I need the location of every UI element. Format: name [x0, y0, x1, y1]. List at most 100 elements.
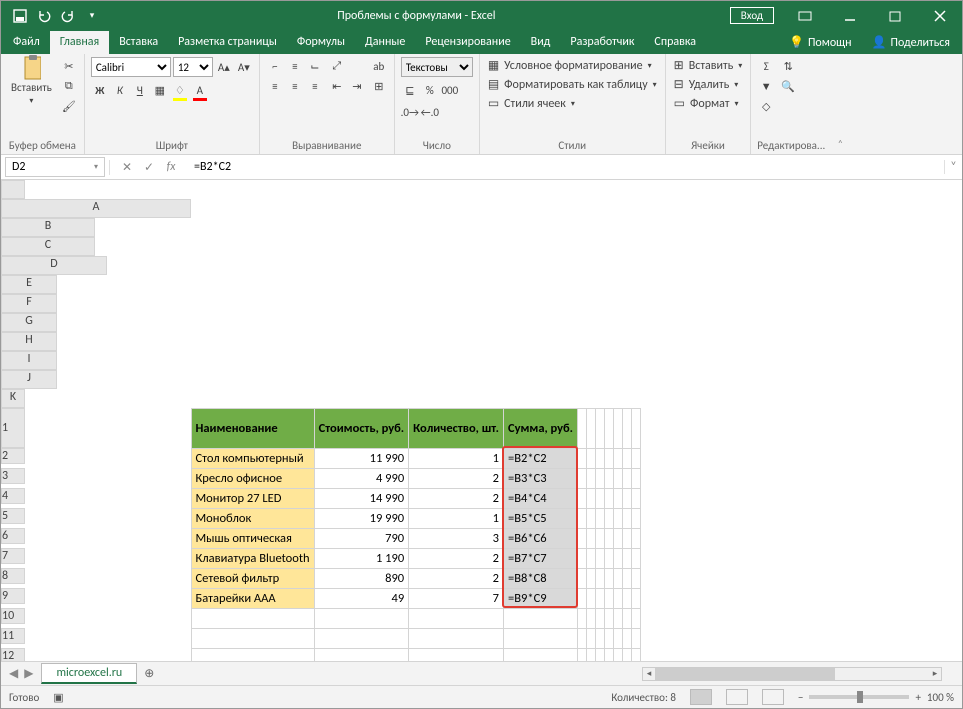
cell[interactable]	[614, 488, 623, 508]
cell[interactable]	[596, 468, 605, 488]
col-header-E[interactable]: E	[1, 275, 57, 294]
format-cells-button[interactable]: ▭Формат▾	[672, 95, 741, 112]
cell[interactable]	[596, 588, 605, 608]
cell[interactable]	[614, 568, 623, 588]
cell[interactable]	[623, 568, 632, 588]
cell[interactable]	[623, 488, 632, 508]
cell[interactable]	[614, 448, 623, 468]
cell[interactable]	[632, 628, 641, 648]
cell[interactable]	[409, 628, 504, 648]
cell[interactable]	[623, 408, 632, 448]
cell[interactable]	[578, 508, 587, 528]
cell[interactable]	[605, 408, 614, 448]
collapse-ribbon-icon[interactable]: ˄	[831, 54, 849, 154]
fill-color-icon[interactable]: ♢	[171, 81, 189, 99]
row-header-11[interactable]: 11	[1, 628, 25, 644]
cell[interactable]	[605, 468, 614, 488]
find-select-icon[interactable]: 🔍	[779, 77, 797, 95]
conditional-formatting-button[interactable]: ▦Условное форматирование▾	[486, 57, 654, 74]
formula-input[interactable]: =B2*C2	[188, 160, 944, 174]
cell[interactable]	[605, 488, 614, 508]
cell[interactable]	[587, 608, 596, 628]
cell[interactable]	[578, 648, 587, 661]
cell-D9[interactable]: =B9*C9	[504, 588, 578, 608]
select-all-corner[interactable]	[1, 180, 25, 199]
format-as-table-button[interactable]: ▤Форматировать как таблицу▾	[486, 76, 659, 93]
cell[interactable]	[623, 448, 632, 468]
cell-C6[interactable]: 3	[409, 528, 504, 548]
cell[interactable]	[409, 608, 504, 628]
sort-filter-icon[interactable]: ⇅	[779, 57, 797, 75]
cell[interactable]	[605, 648, 614, 661]
shrink-font-icon[interactable]: A▾	[235, 58, 253, 76]
cell[interactable]	[614, 468, 623, 488]
name-box[interactable]: D2▾	[5, 157, 105, 177]
orientation-icon[interactable]: ⤢	[328, 57, 346, 75]
tab-insert[interactable]: Вставка	[109, 31, 168, 54]
tell-me-button[interactable]: 💡Помощн	[779, 31, 862, 54]
cell[interactable]	[614, 628, 623, 648]
cell-D1[interactable]: Сумма, руб.	[504, 408, 578, 448]
align-middle-icon[interactable]: ≡	[286, 57, 304, 75]
row-header-12[interactable]: 12	[1, 648, 25, 661]
col-header-C[interactable]: C	[1, 237, 95, 256]
cell-C7[interactable]: 2	[409, 548, 504, 568]
cell[interactable]	[191, 648, 314, 661]
align-left-icon[interactable]: ≡	[266, 77, 284, 95]
tab-view[interactable]: Вид	[521, 31, 561, 54]
cell-A9[interactable]: Батарейки AAA	[191, 588, 314, 608]
row-header-4[interactable]: 4	[1, 488, 25, 504]
cell[interactable]	[605, 528, 614, 548]
cell-A1[interactable]: Наименование	[191, 408, 314, 448]
cell[interactable]	[632, 408, 641, 448]
cell-D2[interactable]: =B2*C2	[504, 448, 578, 468]
cell-B7[interactable]: 1 190	[314, 548, 409, 568]
cell-C9[interactable]: 7	[409, 588, 504, 608]
tab-developer[interactable]: Разработчик	[560, 31, 644, 54]
maximize-icon[interactable]	[872, 1, 917, 30]
cell-D6[interactable]: =B6*C6	[504, 528, 578, 548]
wrap-text-icon[interactable]: ab	[370, 57, 388, 75]
cell-C1[interactable]: Количество, шт.	[409, 408, 504, 448]
prev-sheet-icon[interactable]: ◀	[9, 666, 18, 681]
cell[interactable]	[614, 508, 623, 528]
merge-cells-icon[interactable]: ⊞	[370, 77, 388, 95]
font-size-select[interactable]: 12	[173, 57, 213, 77]
next-sheet-icon[interactable]: ▶	[24, 666, 33, 681]
cell-D4[interactable]: =B4*C4	[504, 488, 578, 508]
row-header-3[interactable]: 3	[1, 468, 25, 484]
scroll-thumb[interactable]	[655, 668, 835, 680]
cell[interactable]	[578, 528, 587, 548]
underline-button[interactable]: Ч	[131, 81, 149, 99]
insert-cells-button[interactable]: ⊞Вставить▾	[672, 57, 745, 74]
cut-icon[interactable]: ✂	[60, 57, 78, 75]
cell[interactable]	[614, 608, 623, 628]
align-top-icon[interactable]: ⌐	[266, 57, 284, 75]
cell[interactable]	[596, 608, 605, 628]
row-header-9[interactable]: 9	[1, 588, 25, 604]
cell[interactable]	[596, 628, 605, 648]
cell[interactable]	[623, 608, 632, 628]
cell[interactable]	[623, 508, 632, 528]
tab-layout[interactable]: Разметка страницы	[168, 31, 287, 54]
col-header-F[interactable]: F	[1, 294, 57, 313]
cell[interactable]	[596, 648, 605, 661]
delete-cells-button[interactable]: ⊟Удалить▾	[672, 76, 741, 93]
cell[interactable]	[632, 488, 641, 508]
signin-button[interactable]: Вход	[730, 7, 774, 24]
share-button[interactable]: 👤Поделиться	[862, 31, 960, 54]
cell[interactable]	[314, 628, 409, 648]
cell[interactable]	[632, 608, 641, 628]
ribbon-display-icon[interactable]	[782, 1, 827, 30]
cell-C8[interactable]: 2	[409, 568, 504, 588]
cell[interactable]	[587, 568, 596, 588]
cell[interactable]	[191, 628, 314, 648]
cell[interactable]	[605, 508, 614, 528]
view-page-break-icon[interactable]	[762, 689, 784, 705]
macro-record-icon[interactable]: ▣	[53, 691, 63, 704]
cell[interactable]	[504, 608, 578, 628]
cell[interactable]	[632, 568, 641, 588]
cell[interactable]	[596, 508, 605, 528]
cell-D7[interactable]: =B7*C7	[504, 548, 578, 568]
autosum-icon[interactable]: Σ	[757, 57, 775, 75]
